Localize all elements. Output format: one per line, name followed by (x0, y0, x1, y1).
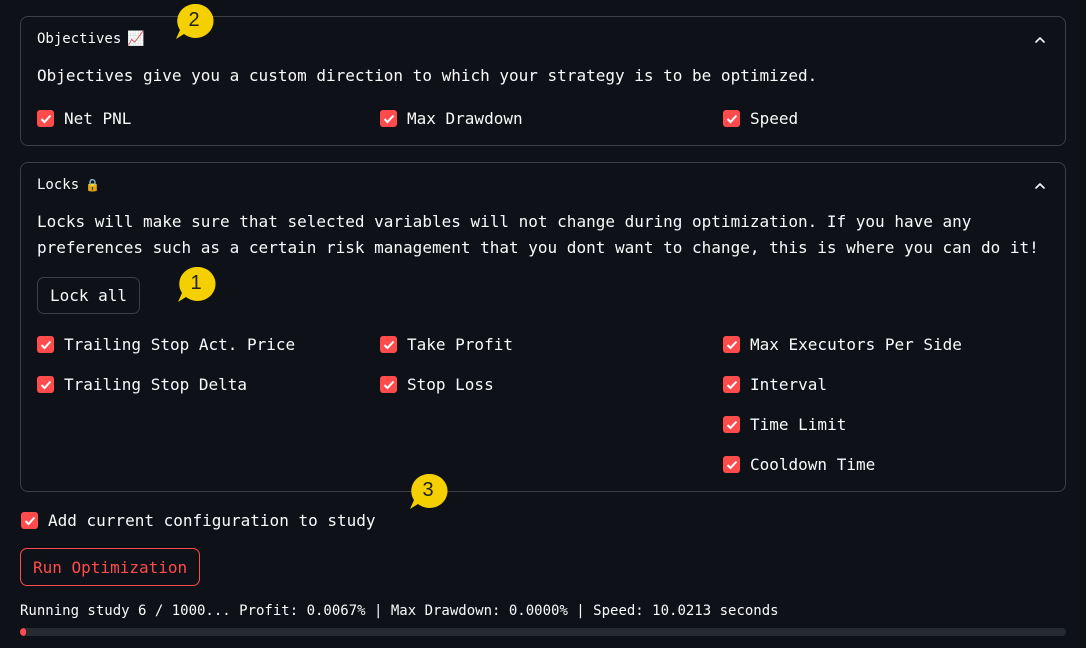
lock-interval[interactable]: Interval (723, 375, 827, 394)
locks-description-line-2: preferences such as a certain risk manag… (37, 238, 1039, 257)
annotation-number: 1 (190, 271, 202, 294)
checkbox-checked-icon[interactable] (37, 376, 54, 393)
locks-title: Locks (37, 177, 80, 193)
checkbox-checked-icon[interactable] (37, 110, 54, 127)
checkbox-checked-icon[interactable] (723, 456, 740, 473)
locks-panel: Locks 🔒 Locks will make sure that select… (20, 162, 1066, 492)
checkbox-checked-icon[interactable] (723, 336, 740, 353)
lock-all-button[interactable]: Lock all (37, 277, 141, 314)
lock-label: Interval (750, 375, 828, 394)
objectives-header[interactable]: Objectives 📈 (37, 31, 145, 47)
checkbox-checked-icon[interactable] (723, 376, 740, 393)
lock-label: Trailing Stop Act. Price (64, 335, 296, 354)
status-text: Running study 6 / 1000... Profit: 0.0067… (20, 603, 779, 619)
lock-cooldown-time[interactable]: Cooldown Time (723, 455, 875, 474)
lock-icon: 🔒 (85, 178, 101, 192)
objective-speed[interactable]: Speed (723, 109, 798, 128)
annotation-bubble-3: 3 (408, 472, 448, 512)
add-config-label: Add current configuration to study (48, 511, 376, 530)
lock-label: Time Limit (750, 415, 847, 434)
progress-bar-fill (20, 628, 27, 636)
checkbox-checked-icon[interactable] (723, 416, 740, 433)
chart-increasing-icon: 📈 (127, 31, 145, 47)
checkbox-checked-icon[interactable] (380, 376, 397, 393)
lock-label: Max Executors Per Side (750, 335, 962, 354)
objectives-title: Objectives (37, 31, 122, 47)
annotation-bubble-1: 1 (176, 265, 216, 305)
progress-bar (20, 628, 1066, 636)
lock-trailing-stop-act-price[interactable]: Trailing Stop Act. Price (37, 335, 295, 354)
locks-description: Locks will make sure that selected varia… (37, 209, 1049, 261)
lock-label: Trailing Stop Delta (64, 375, 248, 394)
objective-label: Net PNL (64, 109, 132, 128)
lock-max-executors-per-side[interactable]: Max Executors Per Side (723, 335, 962, 354)
lock-label: Take Profit (407, 335, 513, 354)
annotation-bubble-2: 2 (174, 2, 214, 42)
objectives-description: Objectives give you a custom direction t… (37, 66, 818, 85)
checkbox-checked-icon[interactable] (37, 336, 54, 353)
run-optimization-button[interactable]: Run Optimization (20, 548, 201, 586)
locks-header[interactable]: Locks 🔒 (37, 177, 100, 193)
chevron-up-icon[interactable] (1033, 33, 1047, 47)
objective-net-pnl[interactable]: Net PNL (37, 109, 131, 128)
checkbox-checked-icon[interactable] (380, 110, 397, 127)
chevron-up-icon[interactable] (1033, 179, 1047, 193)
objective-max-drawdown[interactable]: Max Drawdown (380, 109, 523, 128)
lock-time-limit[interactable]: Time Limit (723, 415, 846, 434)
lock-label: Cooldown Time (750, 455, 876, 474)
lock-stop-loss[interactable]: Stop Loss (380, 375, 494, 394)
objective-label: Max Drawdown (407, 109, 523, 128)
annotation-number: 3 (422, 478, 434, 501)
checkbox-checked-icon[interactable] (380, 336, 397, 353)
annotation-number: 2 (188, 8, 200, 31)
checkbox-checked-icon[interactable] (723, 110, 740, 127)
lock-take-profit[interactable]: Take Profit (380, 335, 513, 354)
locks-description-line-1: Locks will make sure that selected varia… (37, 212, 972, 231)
lock-trailing-stop-delta[interactable]: Trailing Stop Delta (37, 375, 247, 394)
checkbox-checked-icon[interactable] (21, 512, 38, 529)
add-current-config-checkbox[interactable]: Add current configuration to study (21, 511, 376, 530)
objective-label: Speed (750, 109, 799, 128)
lock-label: Stop Loss (407, 375, 494, 394)
